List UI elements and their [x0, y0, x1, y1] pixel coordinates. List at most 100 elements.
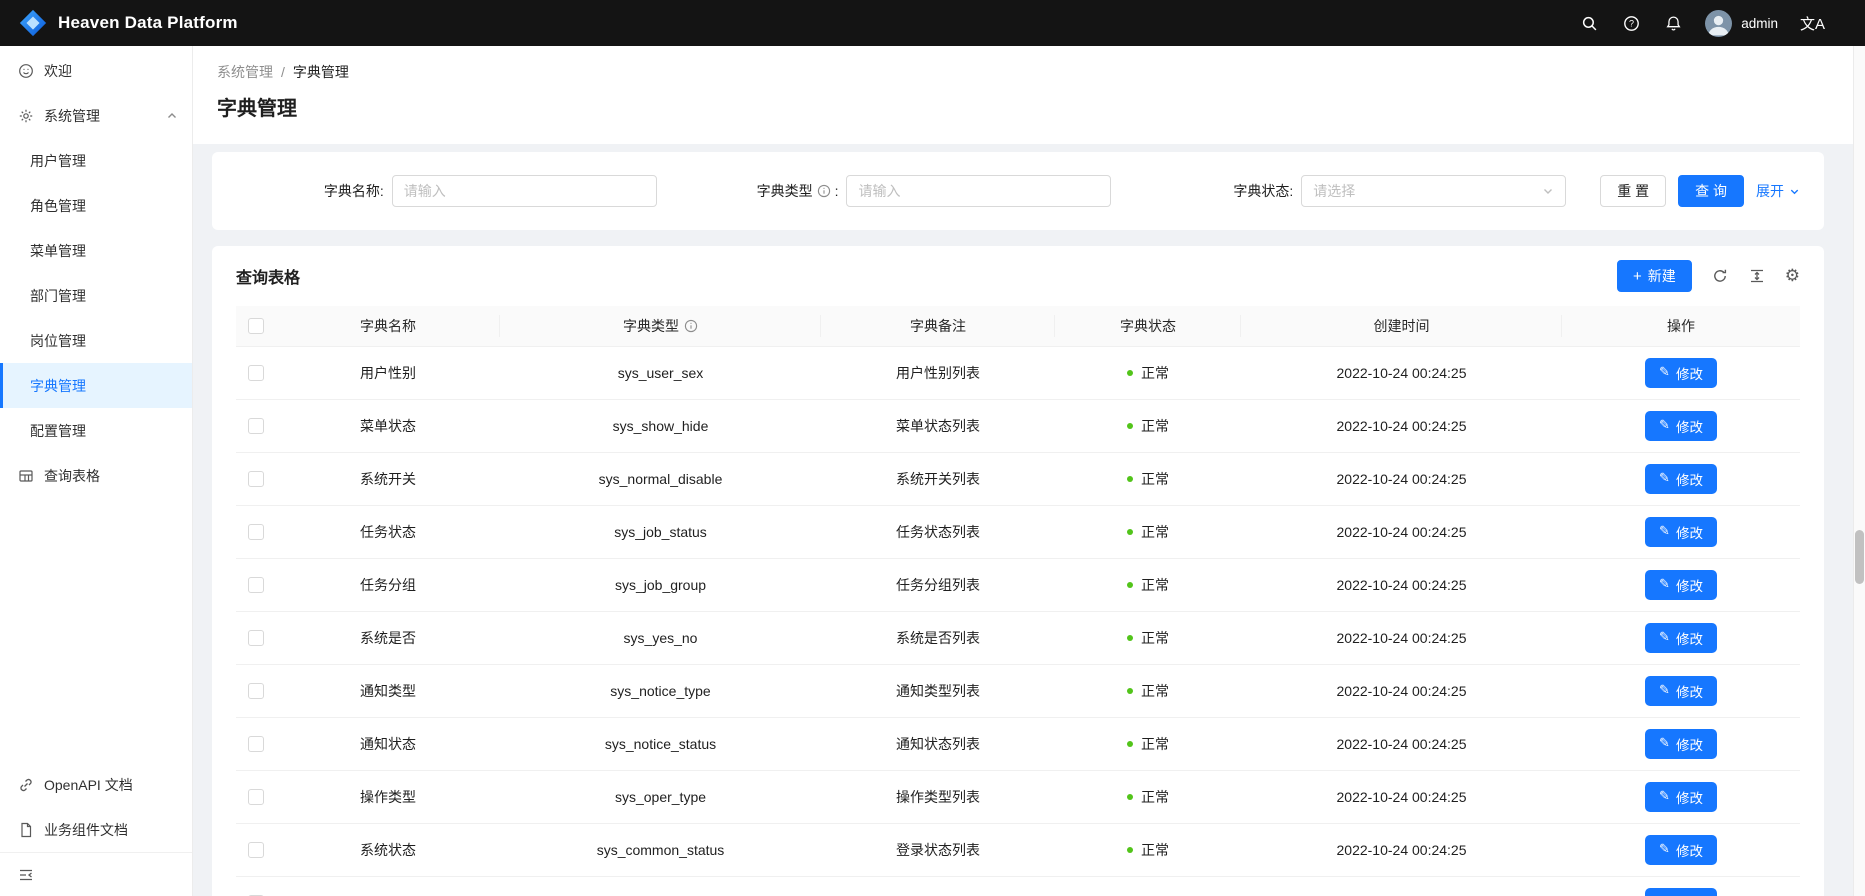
- chevron-down-icon: [1789, 186, 1800, 197]
- cell-dict-name: 系统状态: [276, 823, 500, 877]
- table-row: 操作类型 sys_oper_type 操作类型列表 正常 2022-10-24 …: [236, 770, 1800, 824]
- density-icon[interactable]: [1748, 267, 1766, 285]
- content-area: 字典名称: 字典类型 :: [193, 144, 1865, 896]
- cell-created-at: 2022-10-24 00:24:25: [1241, 505, 1562, 559]
- table-row: 系统是否 sys_yes_no 系统是否列表 正常 2022-10-24 00:…: [236, 611, 1800, 665]
- status-dot-icon: [1127, 422, 1133, 429]
- edit-button[interactable]: ✎修改: [1645, 516, 1717, 547]
- status-badge: 正常: [1127, 787, 1169, 807]
- cell-created-at: 2022-10-24 00:24:25: [1241, 664, 1562, 718]
- dict-name-input[interactable]: [391, 175, 657, 207]
- account-menu[interactable]: admin: [1705, 9, 1778, 37]
- menu-label: 业务组件文档: [44, 821, 128, 838]
- edit-icon: ✎: [1659, 365, 1670, 380]
- scrollbar-thumb[interactable]: [1855, 530, 1864, 584]
- row-checkbox[interactable]: [248, 789, 264, 806]
- svg-text:?: ?: [1629, 18, 1634, 28]
- status-badge: 正常: [1127, 840, 1169, 860]
- row-checkbox[interactable]: [248, 365, 264, 382]
- scrollbar[interactable]: [1853, 46, 1865, 896]
- row-checkbox[interactable]: [248, 577, 264, 594]
- sidebar-collapse-row: [0, 852, 192, 896]
- menu-fold-icon[interactable]: [18, 867, 34, 883]
- bell-icon[interactable]: [1663, 13, 1683, 33]
- dict-type-input[interactable]: [846, 175, 1112, 207]
- cell-created-at: 2022-10-24 00:24:25: [1241, 717, 1562, 771]
- username: admin: [1741, 15, 1778, 31]
- edit-button[interactable]: ✎修改: [1645, 834, 1717, 865]
- sidebar-item-user-mgmt[interactable]: 用户管理: [0, 138, 192, 183]
- status-badge: 正常: [1127, 734, 1169, 754]
- sidebar-item-role-mgmt[interactable]: 角色管理: [0, 183, 192, 228]
- row-checkbox[interactable]: [248, 842, 264, 859]
- edit-button[interactable]: ✎修改: [1645, 569, 1717, 600]
- edit-icon: ✎: [1659, 524, 1670, 539]
- sidebar-item-config-mgmt[interactable]: 配置管理: [0, 408, 192, 453]
- dict-status-label: 字典状态:: [1233, 183, 1294, 199]
- sidebar-group-system[interactable]: 系统管理: [0, 93, 192, 138]
- menu-label: 字典管理: [30, 377, 86, 394]
- new-button[interactable]: + 新建: [1616, 260, 1692, 292]
- edit-button[interactable]: ✎修改: [1645, 463, 1717, 494]
- row-checkbox[interactable]: [248, 471, 264, 488]
- filter-dict-status: 字典状态: 请选择: [1145, 175, 1600, 207]
- edit-button[interactable]: ✎修改: [1645, 410, 1717, 441]
- edit-button[interactable]: ✎修改: [1645, 357, 1717, 388]
- app-logo[interactable]: Heaven Data Platform: [18, 8, 238, 38]
- sidebar-link-openapi[interactable]: OpenAPI 文档: [0, 762, 192, 807]
- status-dot-icon: [1127, 369, 1133, 376]
- row-checkbox[interactable]: [248, 524, 264, 541]
- row-checkbox[interactable]: [248, 736, 264, 753]
- col-created-at: 创建时间: [1241, 306, 1562, 347]
- search-button[interactable]: 查 询: [1678, 175, 1744, 207]
- row-checkbox[interactable]: [248, 683, 264, 700]
- table-row: 通知状态 sys_notice_status 通知状态列表 正常 2022-10…: [236, 717, 1800, 771]
- cell-dict-name: 通知状态: [276, 717, 500, 771]
- sidebar-link-biz-docs[interactable]: 业务组件文档: [0, 807, 192, 852]
- status-badge: 正常: [1127, 681, 1169, 701]
- cell-created-at: 2022-10-24 00:24:25: [1241, 558, 1562, 612]
- breadcrumb-item[interactable]: 系统管理: [217, 62, 273, 82]
- menu-label: 角色管理: [30, 197, 86, 214]
- search-icon[interactable]: [1579, 13, 1599, 33]
- sidebar-item-dept-mgmt[interactable]: 部门管理: [0, 273, 192, 318]
- sidebar-item-query-table[interactable]: 查询表格: [0, 453, 192, 498]
- translate-icon[interactable]: 文A: [1800, 13, 1825, 33]
- avatar[interactable]: [1705, 9, 1733, 37]
- smile-icon: [18, 63, 34, 79]
- edit-button[interactable]: ✎修改: [1645, 675, 1717, 706]
- edit-icon: ✎: [1659, 630, 1670, 645]
- cell-dict-remark: 系统是否列表: [821, 611, 1055, 665]
- edit-button[interactable]: ✎修改: [1645, 622, 1717, 653]
- select-all-checkbox[interactable]: [248, 318, 264, 335]
- cell-dict-name: 用户性别: [276, 346, 500, 400]
- dict-status-select[interactable]: 请选择: [1301, 175, 1567, 207]
- sidebar-item-welcome[interactable]: 欢迎: [0, 48, 192, 93]
- edit-button[interactable]: ✎修改: [1645, 887, 1717, 896]
- row-checkbox[interactable]: [248, 630, 264, 647]
- row-checkbox[interactable]: [248, 418, 264, 435]
- info-icon: [817, 184, 831, 198]
- reset-button[interactable]: 重 置: [1600, 175, 1667, 207]
- cell-dict-type: sys_common_status: [500, 823, 821, 877]
- table-toolbar: 查询表格 + 新建 ⚙: [236, 246, 1800, 306]
- sidebar-item-dict-mgmt[interactable]: 字典管理: [0, 363, 192, 408]
- cell-dict-remark: 通知类型列表: [821, 664, 1055, 718]
- help-icon[interactable]: ?: [1621, 13, 1641, 33]
- sidebar-item-post-mgmt[interactable]: 岗位管理: [0, 318, 192, 363]
- reload-icon[interactable]: [1711, 267, 1729, 285]
- table-icon: [18, 468, 34, 484]
- menu-label: 用户管理: [30, 152, 86, 169]
- filter-dict-type: 字典类型 :: [691, 175, 1146, 207]
- sidebar-item-menu-mgmt[interactable]: 菜单管理: [0, 228, 192, 273]
- menu-label: OpenAPI 文档: [44, 776, 133, 793]
- edit-button[interactable]: ✎修改: [1645, 728, 1717, 759]
- cell-dict-type: sys_job_status: [500, 505, 821, 559]
- dict-table: 字典名称 字典类型 字典备注 字典状态 创建时间 操作 用户性别 sys_use…: [236, 306, 1800, 896]
- edit-button[interactable]: ✎修改: [1645, 781, 1717, 812]
- expand-toggle[interactable]: 展开: [1756, 181, 1800, 201]
- breadcrumb-item-current: 字典管理: [292, 64, 349, 80]
- status-dot-icon: [1127, 793, 1133, 800]
- edit-icon: ✎: [1659, 683, 1670, 698]
- column-settings-icon[interactable]: ⚙: [1785, 267, 1800, 285]
